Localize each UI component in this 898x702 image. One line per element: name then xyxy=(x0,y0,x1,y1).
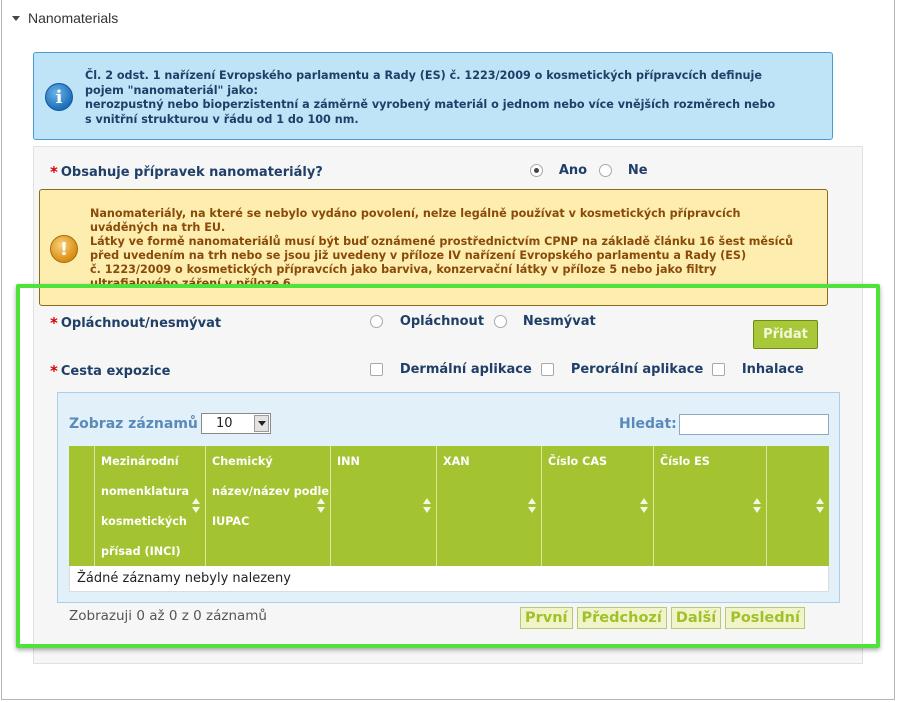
previous-page-button[interactable]: Předchozí xyxy=(576,607,667,629)
yes-label: Ano xyxy=(558,163,588,178)
search-input[interactable] xyxy=(679,414,829,435)
warning-line: Látky ve formě nanomateriálů musí být bu… xyxy=(90,235,794,248)
required-marker: * xyxy=(50,163,58,181)
column-header-ec[interactable]: Číslo ES xyxy=(654,446,767,566)
rinse-label: * Opláchnout/nesmývat xyxy=(50,314,222,332)
oral-checkbox[interactable] xyxy=(541,363,554,376)
oral-option[interactable]: Perorální aplikace xyxy=(541,362,703,377)
table-header: Mezinárodní nomenklatura kosmetických př… xyxy=(69,446,829,566)
page-length-select[interactable]: 10 xyxy=(201,413,271,434)
warning-line: před uvedením na trh nebo se jsou již uv… xyxy=(90,249,747,262)
sort-icon xyxy=(816,498,824,514)
info-icon: i xyxy=(45,83,73,111)
dropdown-arrow-icon[interactable] xyxy=(254,415,269,432)
info-line: s vnitřní strukturou v řádu od 1 do 100 … xyxy=(85,112,359,126)
add-button[interactable]: Přidat xyxy=(753,320,818,349)
inhalation-checkbox[interactable] xyxy=(712,363,725,376)
info-line: pojem "nanomateriál" jako: xyxy=(85,83,258,97)
section-toggle[interactable]: Nanomaterials xyxy=(12,9,118,27)
inhalation-option[interactable]: Inhalace xyxy=(712,362,804,377)
inhalation-label: Inhalace xyxy=(741,362,804,377)
required-marker: * xyxy=(50,362,58,380)
table-info: Zobrazuji 0 až 0 z 0 záznamů xyxy=(69,608,267,624)
column-header-select[interactable] xyxy=(69,446,95,566)
search-label: Hledat: xyxy=(619,416,677,432)
no-radio[interactable] xyxy=(599,164,612,177)
info-text: Čl. 2 odst. 1 nařízení Evropského parlam… xyxy=(85,69,825,127)
info-line: nerozpustný nebo bioperzistentní a záměr… xyxy=(85,98,776,111)
info-box: i Čl. 2 odst. 1 nařízení Evropského parl… xyxy=(33,52,833,140)
column-header-actions[interactable] xyxy=(767,446,829,566)
info-line: Čl. 2 odst. 1 nařízení Evropského parlam… xyxy=(85,69,762,82)
sort-icon xyxy=(753,498,761,514)
sort-icon xyxy=(423,498,431,514)
rinse-option-label: Opláchnout xyxy=(399,314,485,329)
column-header-iupac[interactable]: Chemický název/název podle IUPAC xyxy=(206,446,331,566)
empty-table-row: Žádné záznamy nebyly nalezeny xyxy=(69,566,829,592)
pagination: První Předchozí Další Poslední xyxy=(520,607,805,629)
rinse-radio[interactable] xyxy=(370,315,383,328)
leave-on-option[interactable]: Nesmývat xyxy=(494,314,596,329)
sort-icon xyxy=(640,498,648,514)
page-length-value: 10 xyxy=(216,416,233,431)
exclamation-icon: ! xyxy=(50,235,78,263)
yes-option[interactable]: Ano xyxy=(530,163,587,178)
oral-label: Perorální aplikace xyxy=(570,362,704,377)
yes-radio[interactable] xyxy=(530,164,543,177)
exposure-label: * Cesta expozice xyxy=(50,362,171,380)
sort-icon xyxy=(528,498,536,514)
leave-on-radio[interactable] xyxy=(494,315,507,328)
page-length-label: Zobraz záznamů xyxy=(69,416,198,432)
column-header-xan[interactable]: XAN xyxy=(437,446,542,566)
sort-icon xyxy=(192,498,200,514)
no-label: Ne xyxy=(627,163,648,178)
sort-icon xyxy=(317,498,325,514)
next-page-button[interactable]: Další xyxy=(670,607,722,629)
last-page-button[interactable]: Poslední xyxy=(725,607,805,629)
required-marker: * xyxy=(50,314,58,332)
caret-down-icon xyxy=(12,15,20,21)
no-option[interactable]: Ne xyxy=(599,163,648,178)
rinse-option[interactable]: Opláchnout xyxy=(370,314,484,329)
dermal-option[interactable]: Dermální aplikace xyxy=(370,362,532,377)
first-page-button[interactable]: První xyxy=(520,607,573,629)
column-header-inci[interactable]: Mezinárodní nomenklatura kosmetických př… xyxy=(95,446,206,566)
dermal-label: Dermální aplikace xyxy=(399,362,532,377)
dermal-checkbox[interactable] xyxy=(370,363,383,376)
column-header-cas[interactable]: Číslo CAS xyxy=(542,446,654,566)
warning-line: č. 1223/2009 o kosmetických přípravcích … xyxy=(90,263,717,276)
section-title: Nanomaterials xyxy=(28,10,119,26)
warning-line: Nanomateriály, na které se nebylo vydáno… xyxy=(90,207,741,220)
leave-on-label: Nesmývat xyxy=(522,314,596,329)
warning-text: Nanomateriály, na které se nebylo vydáno… xyxy=(90,207,825,285)
column-header-inn[interactable]: INN xyxy=(331,446,437,566)
nanomaterials-question: * Obsahuje přípravek nanomateriály? xyxy=(50,163,323,181)
warning-line: uváděných na trh EU. xyxy=(90,221,226,234)
